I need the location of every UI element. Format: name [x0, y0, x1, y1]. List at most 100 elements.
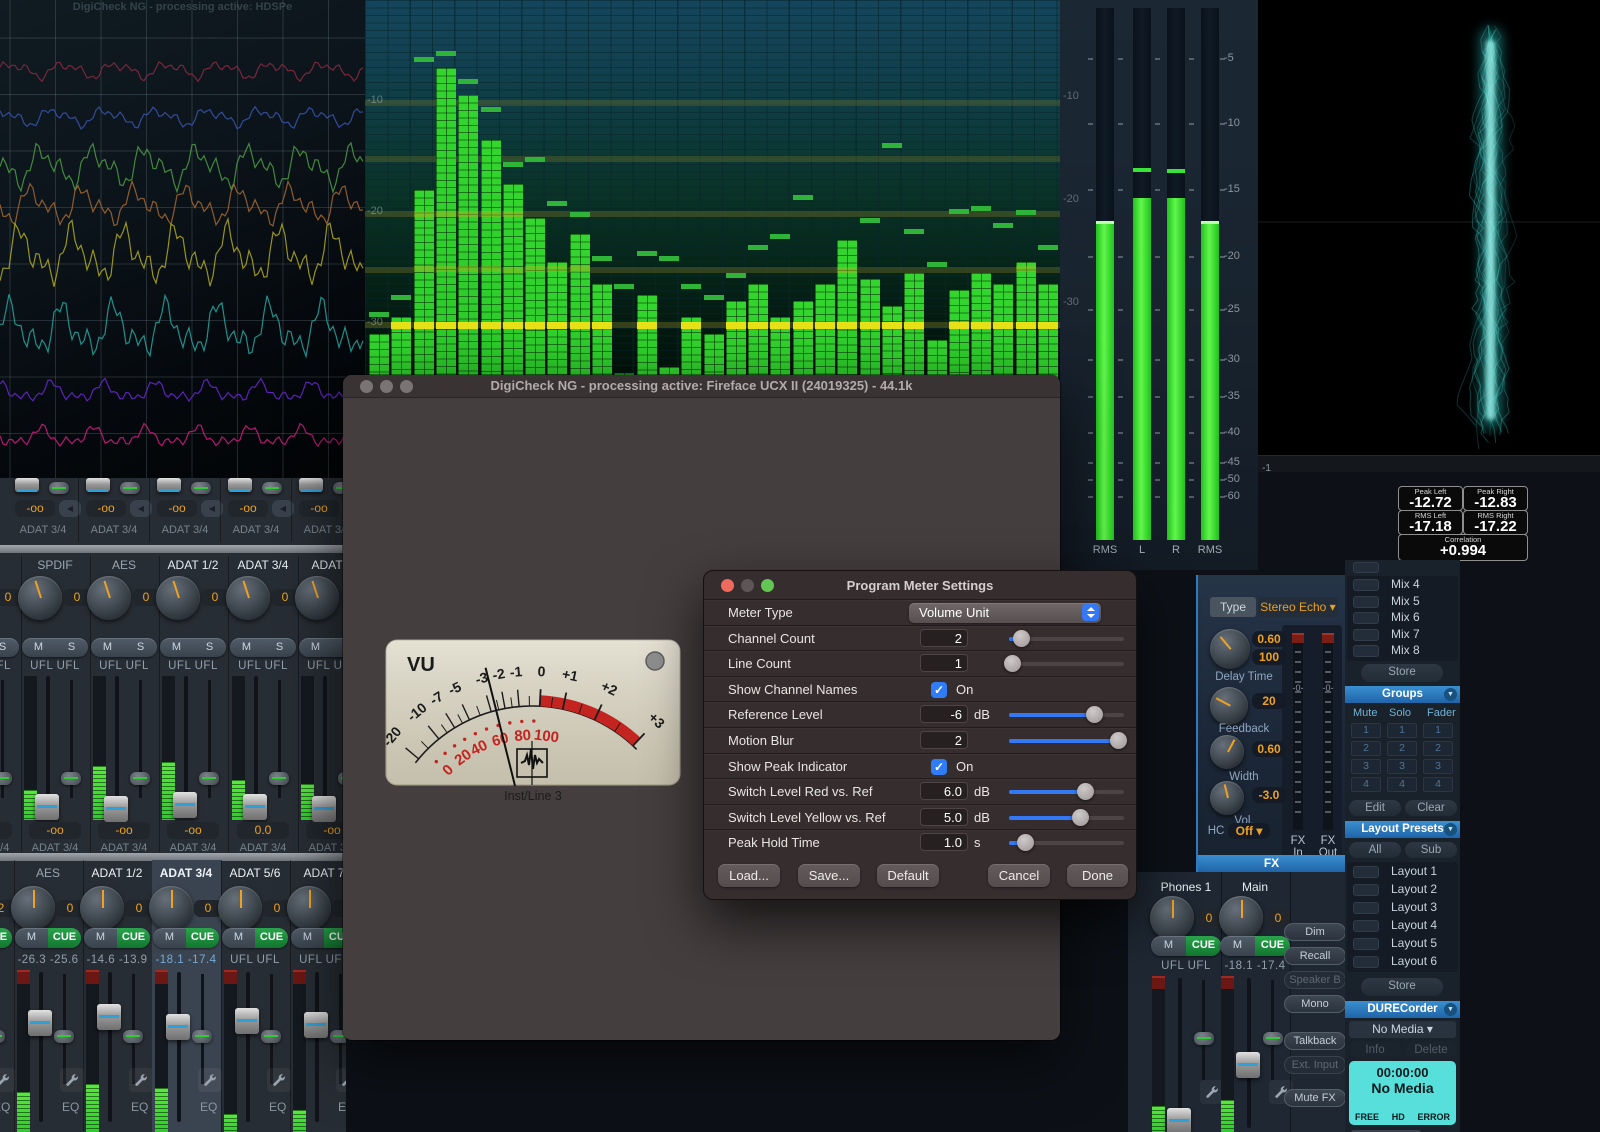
group-cell-solo[interactable]: 3: [1387, 759, 1417, 774]
pan-handle[interactable]: [123, 1030, 143, 1043]
slider-thumb[interactable]: [1110, 732, 1127, 749]
fader-track[interactable]: [108, 972, 112, 1122]
mute-button[interactable]: M: [15, 928, 48, 948]
save-button[interactable]: Save...: [798, 864, 860, 887]
layout-list-item[interactable]: Layout 4: [1391, 918, 1437, 932]
layout-select-button[interactable]: [1353, 866, 1379, 878]
channel-settings-button[interactable]: [336, 1068, 346, 1092]
checkbox-checked[interactable]: ✓: [931, 759, 947, 775]
dropdown-icon[interactable]: ▼: [1444, 688, 1457, 701]
mute-solo-buttons[interactable]: MS: [22, 638, 88, 657]
gain-knob[interactable]: [295, 576, 339, 620]
mute-button[interactable]: M: [222, 928, 255, 948]
fader-track[interactable]: [1178, 978, 1182, 1128]
layout-select-button[interactable]: [1353, 920, 1379, 932]
solo-button[interactable]: S: [263, 638, 296, 657]
solo-button[interactable]: S: [55, 638, 88, 657]
layout-select-button[interactable]: [1353, 956, 1379, 968]
done-button[interactable]: Done: [1067, 864, 1128, 887]
fader-handle[interactable]: [1167, 1108, 1191, 1132]
fader-handle[interactable]: [304, 1012, 328, 1038]
group-cell-fader[interactable]: 2: [1423, 741, 1453, 756]
gain-knob[interactable]: [226, 576, 270, 620]
solo-button[interactable]: S: [0, 638, 19, 657]
dim-button[interactable]: Dim: [1284, 923, 1346, 941]
cue-button[interactable]: CUE: [117, 928, 150, 948]
value-input[interactable]: 2: [920, 629, 968, 647]
mute-cue-buttons[interactable]: MCUE: [222, 928, 288, 948]
pan-handle[interactable]: [0, 772, 12, 785]
speaker-b-button[interactable]: Speaker B: [1284, 971, 1346, 989]
mute-button[interactable]: M: [1220, 936, 1255, 956]
mix-select-button[interactable]: [1353, 579, 1379, 591]
recall-button[interactable]: Recall: [1284, 947, 1346, 965]
mute-button[interactable]: M: [299, 638, 332, 657]
slider-track[interactable]: [1009, 816, 1124, 820]
mute-button[interactable]: M: [160, 638, 193, 657]
mute-button[interactable]: M: [84, 928, 117, 948]
group-cell-mute[interactable]: 1: [1351, 723, 1381, 738]
slider-track[interactable]: [1009, 790, 1124, 794]
pan-handle[interactable]: [191, 482, 211, 494]
slider-track[interactable]: [1009, 637, 1124, 641]
fader-handle[interactable]: [243, 794, 267, 820]
mute-button[interactable]: M: [153, 928, 186, 948]
fader-handle[interactable]: [157, 478, 181, 492]
window-titlebar[interactable]: DigiCheck NG - processing active: Firefa…: [343, 375, 1060, 398]
mute-solo-buttons[interactable]: MS: [91, 638, 157, 657]
all-button[interactable]: All: [1349, 842, 1401, 858]
group-cell-fader[interactable]: 1: [1423, 723, 1453, 738]
fx-knob-width[interactable]: [1210, 735, 1244, 769]
mute-solo-buttons[interactable]: MS: [230, 638, 296, 657]
groups-header[interactable]: Groups▼: [1345, 686, 1460, 703]
slider-thumb[interactable]: [1077, 783, 1094, 800]
pan-handle[interactable]: [261, 1030, 281, 1043]
cue-button[interactable]: CUE: [255, 928, 288, 948]
value-input[interactable]: -6: [920, 705, 968, 723]
mute-solo-buttons[interactable]: MS: [0, 638, 19, 657]
channel-settings-button[interactable]: [129, 1068, 153, 1092]
solo-button[interactable]: S: [193, 638, 226, 657]
ext-input-button[interactable]: Ext. Input: [1284, 1056, 1346, 1074]
fx-type-select[interactable]: Stereo Echo ▾: [1258, 597, 1338, 617]
channel-settings-button[interactable]: [60, 1068, 84, 1092]
fader-handle[interactable]: [97, 1004, 121, 1030]
mix-list-item[interactable]: Mix 4: [1391, 577, 1420, 591]
mute-cue-buttons[interactable]: MCUE: [1220, 936, 1290, 956]
value-input[interactable]: 5.0: [920, 808, 968, 826]
output-gain-knob[interactable]: [11, 886, 55, 930]
mute-cue-buttons[interactable]: MCUE: [0, 928, 12, 948]
stepper-icon[interactable]: [1082, 604, 1099, 621]
slider-track[interactable]: [1009, 841, 1124, 845]
output-gain-knob[interactable]: [218, 886, 262, 930]
output-gain-knob[interactable]: [149, 886, 193, 930]
store-button[interactable]: Store: [1361, 664, 1443, 682]
fader-handle[interactable]: [299, 478, 323, 492]
mute-button[interactable]: M: [22, 638, 55, 657]
edit-button[interactable]: Edit: [1349, 800, 1401, 816]
fx-hc-select[interactable]: Off ▾: [1228, 823, 1270, 839]
slider-thumb[interactable]: [1013, 630, 1030, 647]
cue-button[interactable]: CUE: [186, 928, 219, 948]
fader-handle[interactable]: [28, 1010, 52, 1036]
group-cell-fader[interactable]: 4: [1423, 777, 1453, 792]
layout-presets-header[interactable]: Layout Presets▼: [1345, 821, 1460, 838]
mix-select-button[interactable]: [1353, 596, 1379, 608]
fader-track[interactable]: [315, 972, 319, 1122]
talkback-button[interactable]: Talkback: [1284, 1032, 1346, 1050]
gain-knob[interactable]: [18, 576, 62, 620]
mute-cue-buttons[interactable]: MCUE: [15, 928, 81, 948]
mix-list-item[interactable]: Mix 6: [1391, 610, 1420, 624]
mute-cue-buttons[interactable]: MCUE: [1151, 936, 1221, 956]
fader-handle[interactable]: [86, 478, 110, 492]
pan-track[interactable]: [1271, 980, 1274, 1080]
fader-handle[interactable]: [235, 1008, 259, 1034]
pan-handle[interactable]: [130, 772, 150, 785]
mute-cue-buttons[interactable]: MCUE: [153, 928, 219, 948]
pan-handle[interactable]: [120, 482, 140, 494]
clear-button[interactable]: Clear: [1405, 800, 1457, 816]
slider-thumb[interactable]: [1086, 706, 1103, 723]
pan-handle[interactable]: [269, 772, 289, 785]
group-cell-mute[interactable]: 2: [1351, 741, 1381, 756]
pan-handle[interactable]: [0, 1030, 5, 1043]
